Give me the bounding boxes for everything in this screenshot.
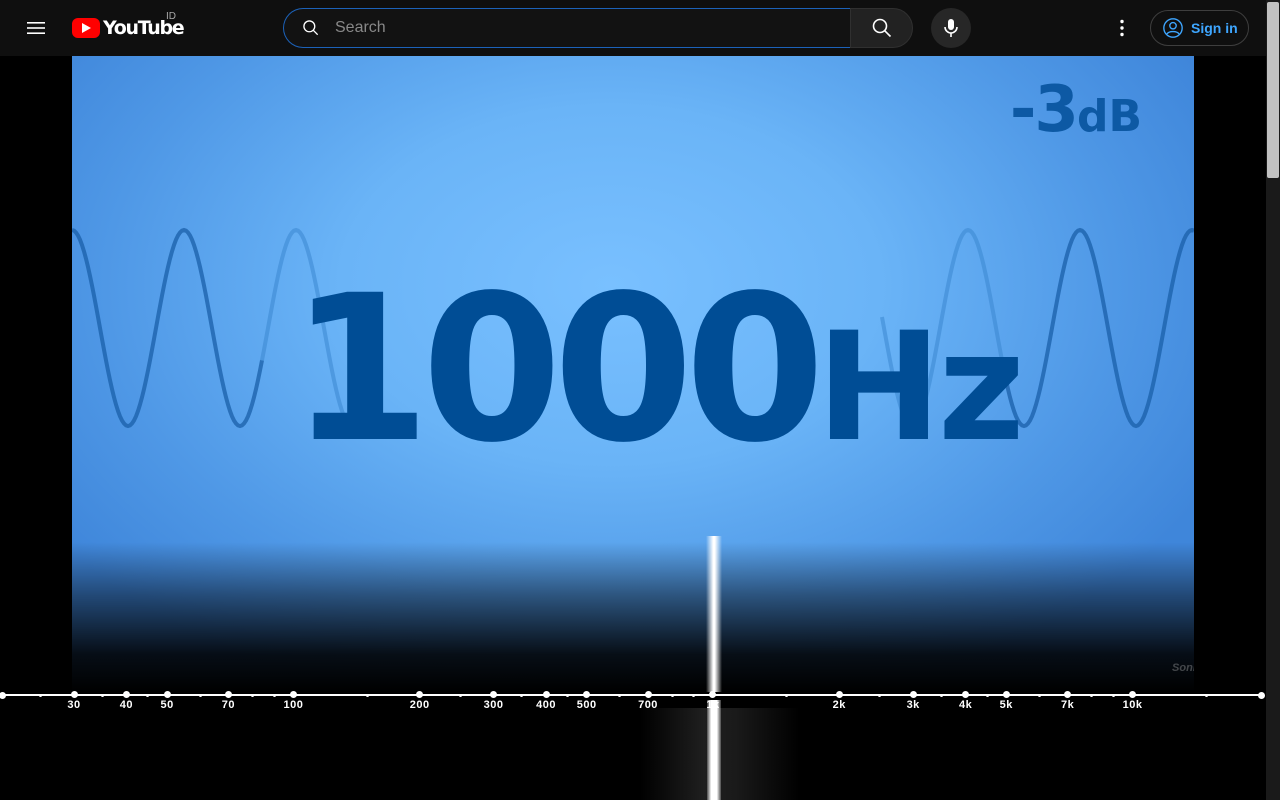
axis-tick-label: 200 [409,699,430,711]
axis-minor-dot [1038,693,1041,697]
axis-tick-label: 500 [576,699,597,711]
axis-minor-dot [939,693,943,697]
axis-minor-dot [251,693,255,697]
video-player[interactable]: -3dB 1000Hz Sonic [72,56,1194,692]
video-bottom-fade [72,542,1194,692]
voice-search-button[interactable] [931,8,971,48]
axis-minor-dot [1111,693,1115,697]
axis-major-dot [644,691,652,698]
axis-tick-label: 70 [221,699,236,711]
search-icon [872,18,891,38]
country-code: ID [166,11,176,22]
axis-minor-dot [670,693,674,697]
axis-minor-dot [0,691,6,699]
sign-in-label: Sign in [1191,20,1238,36]
axis-tick-label: 300 [483,699,504,711]
axis-tick-label: 7k [1060,699,1075,711]
axis-major-dot [289,691,297,698]
axis-major-dot [1002,691,1010,698]
settings-menu-button[interactable] [1102,8,1142,48]
axis-major-dot [542,691,550,698]
frequency-axis [0,694,1264,696]
level-unit: dB [1076,91,1142,142]
axis-minor-dot [520,693,524,697]
axis-major-dot [122,691,130,698]
spectrum-bar-1k [707,700,721,800]
microphone-icon [944,19,958,37]
axis-tick-label: 1k [706,699,720,711]
axis-minor-dot [100,693,104,697]
axis-minor-dot [365,693,369,697]
axis-tick-label: 5k [999,699,1013,711]
axis-minor-dot [198,693,202,697]
account-icon [1163,18,1183,38]
axis-minor-dot [39,693,43,697]
search-form [283,8,913,48]
guide-menu-button[interactable] [16,8,56,48]
axis-major-dot [909,691,917,698]
axis-tick-label: 2k [832,699,846,711]
axis-minor-dot [458,693,462,697]
search-button[interactable] [850,8,913,48]
channel-watermark: Sonic [1172,662,1194,674]
axis-major-dot [224,691,232,698]
axis-tick-label: 100 [283,699,304,711]
axis-tick-label: 40 [119,699,134,711]
axis-minor-dot [1257,691,1265,699]
axis-major-dot [70,691,78,698]
hamburger-icon [27,22,45,34]
search-input[interactable] [333,18,837,38]
play-logo-icon [72,18,100,38]
axis-tick-label: 50 [160,699,174,711]
axis-tick-label: 30 [67,699,81,711]
frequency-value: 1000 [290,251,825,487]
axis-tick-label: 4k [958,699,973,711]
frequency-unit: Hz [816,301,1025,475]
axis-minor-dot [272,693,276,697]
axis-minor-dot [985,693,989,697]
sign-in-button[interactable]: Sign in [1150,10,1249,46]
axis-tick-label: 10k [1122,699,1143,711]
axis-major-dot [835,691,843,698]
axis-tick-label: 3k [906,699,920,711]
masthead: YouTube ID Search Sign in [0,0,1266,56]
page-scrollbar-thumb[interactable] [1267,2,1279,178]
axis-tick-label: 700 [638,699,658,711]
spectrum-analyzer [0,692,1266,800]
axis-tick-label: 400 [536,699,556,711]
frequency-readout: 1000Hz [290,268,1025,470]
search-icon [303,20,319,36]
axis-minor-dot [1204,693,1208,697]
level-readout: -3dB [1010,78,1142,142]
search-box[interactable] [283,8,850,48]
spectrum-peak [706,536,722,692]
more-vertical-icon [1120,19,1124,37]
axis-major-dot [163,691,171,698]
axis-minor-dot [692,693,696,697]
level-value: -3 [1009,73,1079,147]
axis-minor-dot [565,693,569,697]
